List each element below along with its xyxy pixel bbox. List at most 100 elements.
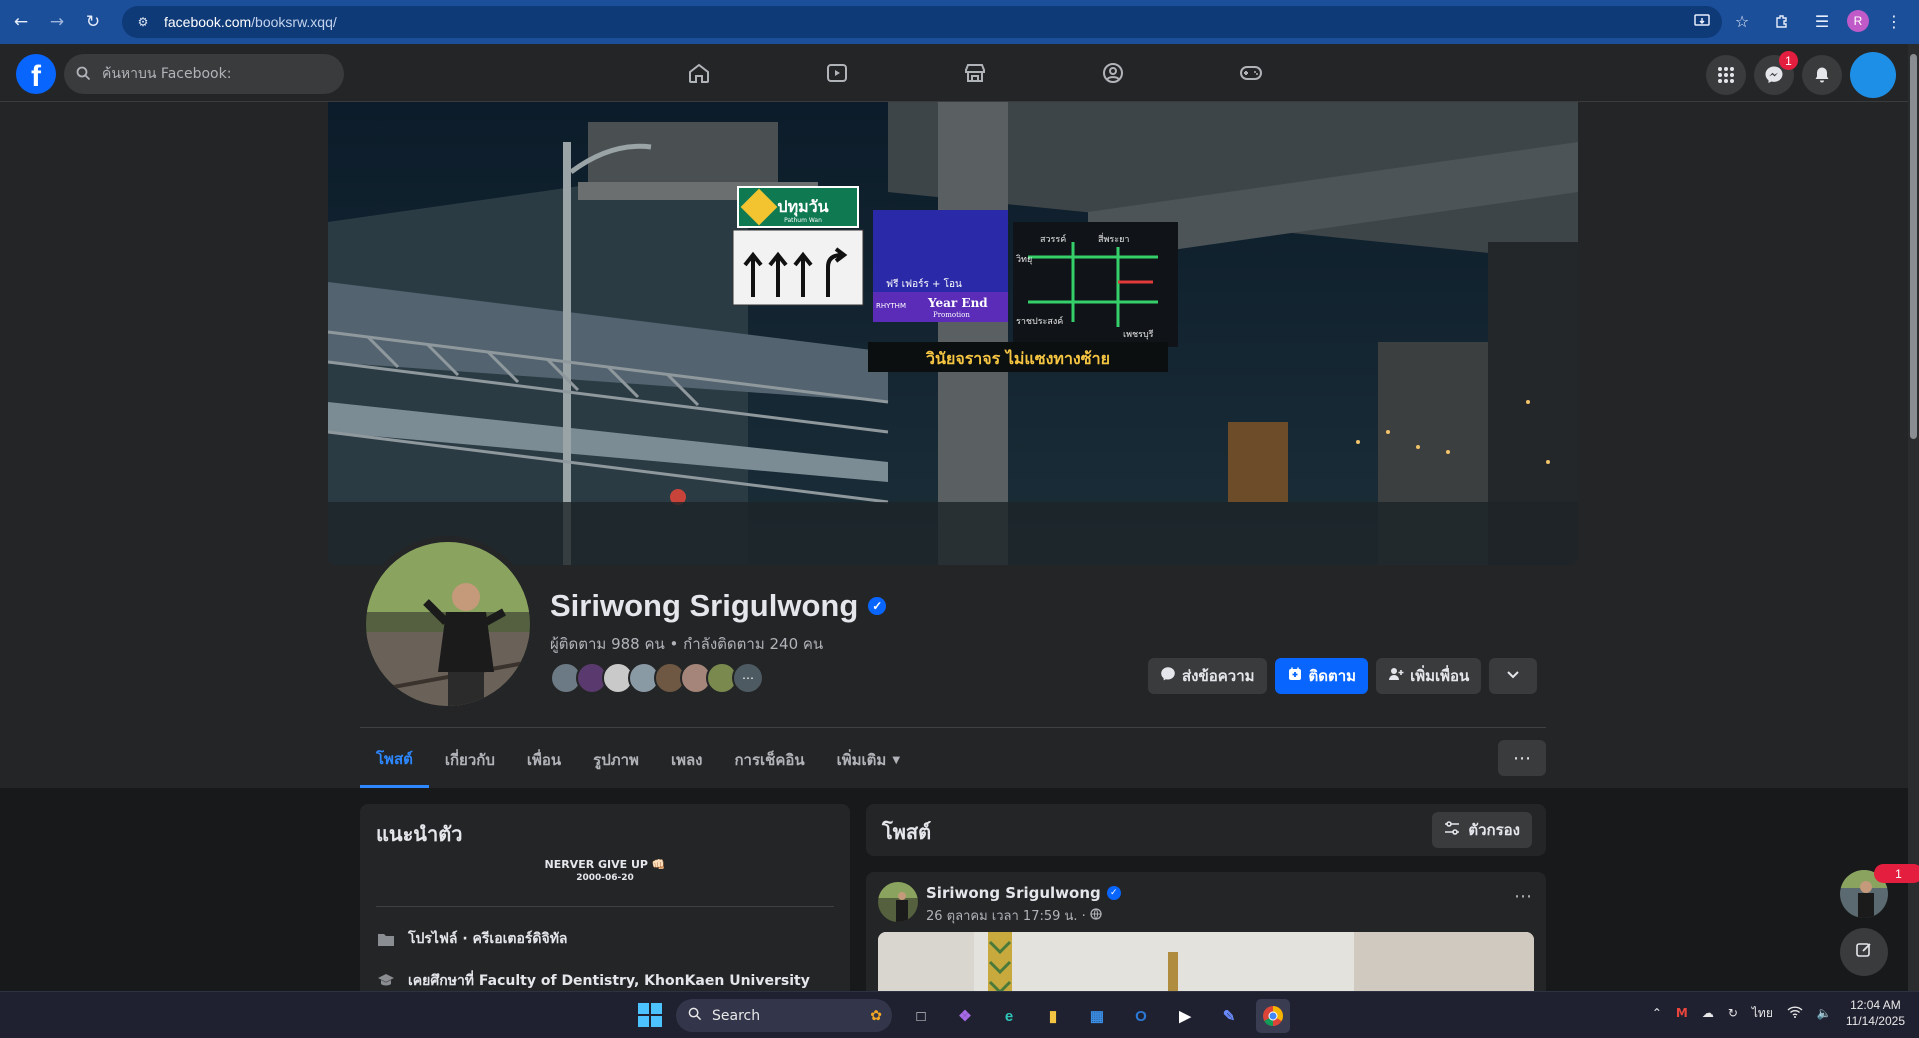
follow-label: ติดตาม: [1308, 667, 1357, 685]
site-settings-icon[interactable]: ⚙: [134, 13, 152, 31]
education-cap-icon: [376, 971, 396, 991]
url-domain: facebook.com: [164, 14, 252, 30]
microsoft-store-icon[interactable]: ▦: [1080, 999, 1114, 1033]
follower-stats[interactable]: ผู้ติดตาม 988 คน • กำลังติดตาม 240 คน: [550, 632, 823, 656]
follower-avatars: ⋯: [550, 662, 764, 694]
tab-music[interactable]: เพลง: [655, 732, 719, 788]
marketplace-icon[interactable]: [906, 44, 1044, 102]
account-avatar[interactable]: [1850, 52, 1896, 98]
media-player-icon[interactable]: ▶: [1168, 999, 1202, 1033]
facebook-main-nav: [630, 44, 1320, 102]
tab-friends[interactable]: เพื่อน: [511, 732, 577, 788]
windows-taskbar: Search ✿ □ ❖ e ▮ ▦ O ▶ ✎ ⌃ M ☁ ↻ ไทย 🔈 1…: [0, 991, 1919, 1038]
page-scrollbar[interactable]: [1908, 44, 1919, 991]
filter-label: ตัวกรอง: [1468, 821, 1520, 839]
task-view-icon[interactable]: □: [904, 999, 938, 1033]
bio-line-2: 2000-06-20: [576, 873, 634, 883]
url-text[interactable]: facebook.com/booksrw.xqq/: [164, 14, 337, 30]
caret-down-icon: ▼: [892, 754, 901, 766]
search-placeholder: ค้นหาบน Facebook:: [102, 66, 232, 82]
input-language[interactable]: ไทย: [1752, 1004, 1773, 1023]
tray-overflow-chevron-icon[interactable]: ⌃: [1652, 1006, 1662, 1020]
taskbar-search[interactable]: Search ✿: [676, 999, 892, 1032]
post-timestamp[interactable]: 26 ตุลาคม เวลา 17:59 น. ·: [926, 905, 1086, 926]
back-icon[interactable]: ←: [6, 7, 36, 37]
tab-more-label: เพิ่มเติม: [836, 751, 887, 769]
reload-icon[interactable]: ↻: [78, 7, 108, 37]
verified-badge-icon: ✓: [868, 597, 887, 615]
outlook-icon[interactable]: O: [1124, 999, 1158, 1033]
posts-header: โพสต์ ตัวกรอง: [866, 804, 1546, 856]
sign-promotion: Promotion: [933, 311, 970, 319]
posts-title: โพสต์: [882, 820, 932, 844]
sign-pathumwan: ปทุมวัน: [777, 197, 828, 217]
search-icon: [76, 66, 92, 82]
more-actions-button[interactable]: [1489, 658, 1538, 694]
home-icon[interactable]: [630, 44, 768, 102]
profile-avatar[interactable]: [360, 536, 536, 712]
profile-options-button[interactable]: ⋯: [1498, 740, 1546, 776]
tab-photos[interactable]: รูปภาพ: [577, 732, 655, 788]
file-explorer-icon[interactable]: ▮: [1036, 999, 1070, 1033]
profile-tabs: โพสต์ เกี่ยวกับ เพื่อน รูปภาพ เพลง การเช…: [360, 732, 916, 788]
groups-icon[interactable]: [1044, 44, 1182, 102]
browser-menu-icon[interactable]: ⋮: [1879, 6, 1909, 36]
post-options-icon[interactable]: ⋯: [1514, 886, 1532, 907]
sync-icon[interactable]: ↻: [1728, 1006, 1738, 1020]
extensions-icon[interactable]: [1767, 6, 1797, 36]
taskbar-search-label: Search: [712, 1007, 761, 1024]
chrome-browser-icon[interactable]: [1256, 999, 1290, 1033]
volume-icon[interactable]: 🔈: [1817, 1006, 1832, 1020]
browser-profile-avatar[interactable]: R: [1847, 10, 1869, 32]
menu-grid-icon[interactable]: [1706, 55, 1746, 95]
messenger-icon[interactable]: 1: [1754, 51, 1798, 95]
notifications-bell-icon[interactable]: [1802, 55, 1842, 95]
tab-about[interactable]: เกี่ยวกับ: [429, 732, 511, 788]
sign-ratchaprasong: ราชประสงค์: [1016, 315, 1063, 327]
bookmark-star-icon[interactable]: ☆: [1727, 6, 1757, 36]
intro-row-profile-text: โปรไฟล์ · ครีเอเตอร์ดิจิทัล: [408, 931, 568, 947]
profile-category-icon: [376, 929, 396, 949]
pen-app-icon[interactable]: ✎: [1212, 999, 1246, 1033]
gaming-icon[interactable]: [1182, 44, 1320, 102]
chevron-down-icon: [1506, 667, 1520, 685]
gmail-tray-icon[interactable]: M: [1676, 1006, 1688, 1020]
facebook-top-bar: f ค้นหาบน Facebook: 1: [0, 44, 1908, 102]
new-message-button[interactable]: [1840, 928, 1888, 976]
follow-icon: [1287, 666, 1303, 686]
install-app-icon[interactable]: [1687, 6, 1717, 36]
forward-icon[interactable]: →: [42, 7, 72, 37]
follow-button[interactable]: ติดตาม: [1274, 658, 1369, 694]
media-controls-icon[interactable]: ☰: [1807, 6, 1837, 36]
send-message-label: ส่งข้อความ: [1182, 667, 1255, 685]
taskbar-clock[interactable]: 12:04 AM 11/14/2025: [1846, 997, 1905, 1029]
video-icon[interactable]: [768, 44, 906, 102]
compose-edit-icon: [1855, 941, 1873, 964]
add-friend-label: เพิ่มเพื่อน: [1410, 667, 1470, 685]
copilot-icon[interactable]: ❖: [948, 999, 982, 1033]
wifi-icon[interactable]: [1787, 1005, 1803, 1021]
verified-badge-icon: ✓: [1106, 886, 1121, 900]
tab-checkins[interactable]: การเช็คอิน: [718, 732, 820, 788]
more-followers-icon[interactable]: ⋯: [732, 662, 764, 694]
address-bar[interactable]: ⚙ facebook.com/booksrw.xqq/: [122, 6, 1722, 38]
tab-more[interactable]: เพิ่มเติม ▼: [821, 732, 916, 788]
cover-photo[interactable]: ปทุมวัน Pathum Wan ฟรี เฟอร์ร + โอน RHYT…: [328, 102, 1578, 565]
send-message-button[interactable]: ส่งข้อความ: [1148, 658, 1267, 694]
intro-bio: NERVER GIVE UP 👊🏻 2000-06-20: [360, 858, 850, 883]
sign-rhythm: RHYTHM: [876, 302, 906, 310]
add-friend-button[interactable]: เพิ่มเพื่อน: [1376, 658, 1482, 694]
edge-browser-icon[interactable]: e: [992, 999, 1026, 1033]
post-author[interactable]: Siriwong Srigulwong ✓: [926, 884, 1121, 902]
post-author-avatar[interactable]: [878, 882, 918, 922]
profile-name-text: Siriwong Srigulwong: [550, 588, 859, 623]
filter-button[interactable]: ตัวกรอง: [1432, 812, 1532, 848]
tab-posts[interactable]: โพสต์: [360, 732, 429, 788]
scrollbar-thumb[interactable]: [1910, 54, 1917, 439]
facebook-search-input[interactable]: ค้นหาบน Facebook:: [64, 54, 344, 94]
url-path: /booksrw.xqq/: [251, 14, 337, 30]
messenger-badge: 1: [1779, 51, 1798, 70]
facebook-logo[interactable]: f: [16, 54, 56, 94]
onedrive-cloud-icon[interactable]: ☁: [1702, 1006, 1714, 1020]
windows-start-icon[interactable]: [638, 1003, 662, 1027]
